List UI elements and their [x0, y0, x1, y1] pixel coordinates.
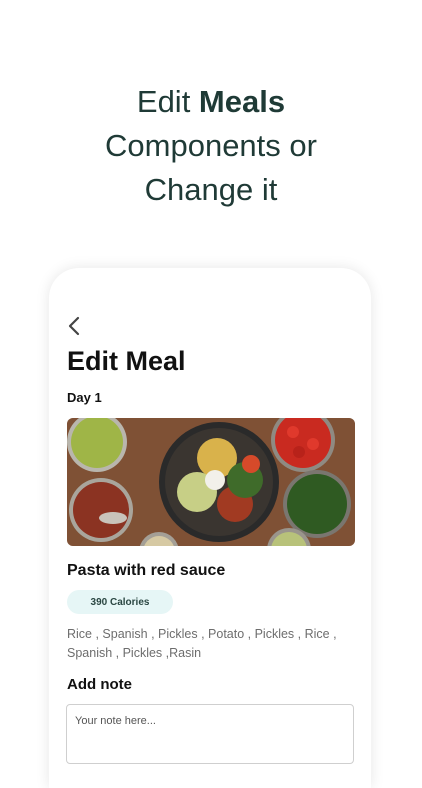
day-label: Day 1: [67, 390, 102, 405]
meal-components: Rice , Spanish , Pickles , Potato , Pick…: [67, 627, 337, 660]
headline-line-2: Components or: [105, 128, 317, 163]
meal-name: Pasta with red sauce: [67, 562, 226, 579]
promo-headline: Edit Meals Components or Change it: [0, 80, 422, 212]
chevron-left-icon[interactable]: [67, 316, 81, 336]
page-title: Edit Meal: [67, 346, 186, 376]
headline-line-3: Change it: [144, 172, 278, 207]
meal-photo: [67, 418, 355, 546]
note-input[interactable]: [66, 704, 354, 764]
add-note-label: Add note: [67, 676, 132, 693]
headline-prefix: Edit: [136, 84, 199, 119]
headline-line-1: Edit Meals: [0, 80, 422, 124]
phone-screen: Edit Meal Day 1 Pasta with red sauce 390…: [49, 268, 371, 788]
headline-bold-word: Meals: [198, 84, 286, 119]
calories-badge: 390 Calories: [67, 590, 173, 614]
